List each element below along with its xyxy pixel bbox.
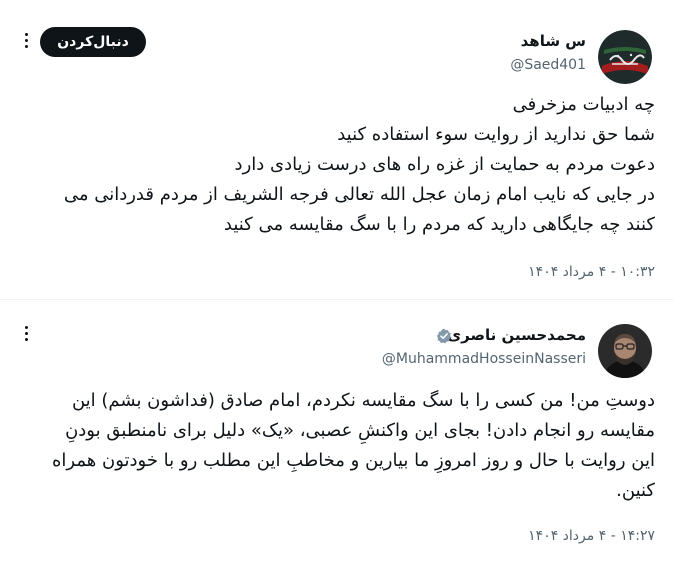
author-handle[interactable]: @Saed401 xyxy=(510,57,586,73)
avatar-image xyxy=(598,324,652,378)
tweet-text-line: دوستِ من! من کسی را با سگ مقایسه نکردم، … xyxy=(71,390,655,411)
tweet-text-line: در جایی که نایب امام زمان عجل الله تعالی… xyxy=(63,184,655,205)
tweet-text-line: این روایت با حال و روز امروزِ ما بیارین … xyxy=(52,450,655,471)
timestamp[interactable]: ۱۰:۳۲ - ۴ مرداد ۱۴۰۴ xyxy=(528,264,655,280)
tweet-card: س شاهد @Saed401 دنبال‌کردن چه ادبیات مزخ… xyxy=(0,0,673,300)
avatar[interactable] xyxy=(598,324,652,378)
tweet-card: محمدحسین ناصری @MuhammadHosseinNasseri د… xyxy=(0,300,673,571)
tweet-text-line: دعوت مردم به حمایت از غزه راه های درست ز… xyxy=(234,154,655,175)
tweet-text-line: کنند چه جایگاهی دارید که مردم را با سگ م… xyxy=(223,214,655,235)
tweet-text-line: کنین. xyxy=(616,480,655,501)
tweet-text: چه ادبیات مزخرفی شما حق ندارید از روایت … xyxy=(64,90,655,240)
tweet-text-line: چه ادبیات مزخرفی xyxy=(512,94,655,115)
author-handle[interactable]: @MuhammadHosseinNasseri xyxy=(382,351,586,367)
tweet-text-line: شما حق ندارید از روایت سوء استفاده کنید xyxy=(337,124,655,145)
follow-button[interactable]: دنبال‌کردن xyxy=(40,27,146,57)
more-options-icon[interactable] xyxy=(21,322,31,344)
tweet-text: دوستِ من! من کسی را با سگ مقایسه نکردم، … xyxy=(52,386,655,506)
more-options-icon[interactable] xyxy=(21,29,31,51)
avatar[interactable] xyxy=(598,30,652,84)
verified-badge-icon xyxy=(436,328,452,344)
timestamp[interactable]: ۱۴:۲۷ - ۴ مرداد ۱۴۰۴ xyxy=(528,528,655,544)
author-name[interactable]: محمدحسین ناصری xyxy=(447,326,586,344)
author-name[interactable]: س شاهد xyxy=(521,32,586,50)
avatar-image xyxy=(598,30,652,84)
tweet-text-line: مقایسه رو انجام دادن! بجای این واکنشِ عص… xyxy=(65,420,655,441)
